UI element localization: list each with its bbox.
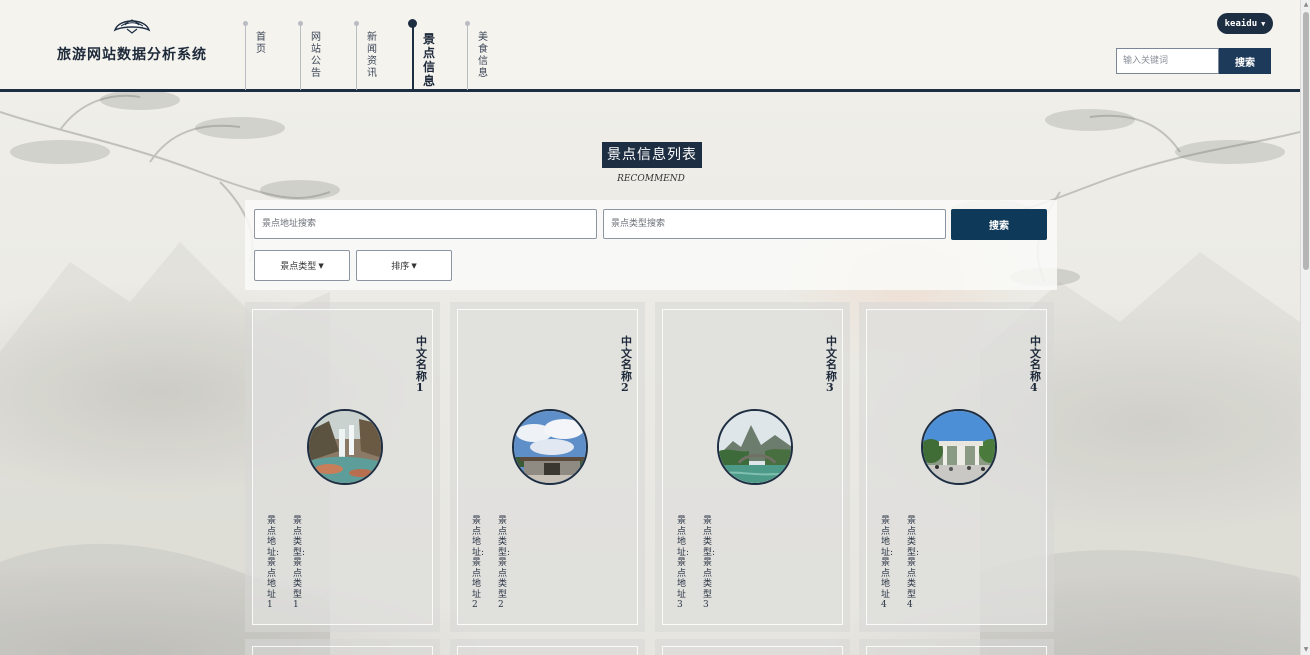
site-logo[interactable]: 旅游网站数据分析系统 [52,14,212,64]
keyword-search-input[interactable] [1116,48,1219,74]
card-address: 景点地址:景点地址3 [677,516,690,610]
attraction-card-partial[interactable] [450,639,645,655]
attraction-card-row-2 [245,639,1057,655]
address-search-input[interactable] [254,209,597,239]
card-type: 景点类型:景点类型1 [293,516,306,610]
card-type: 景点类型:景点类型3 [703,516,716,610]
nav-item-attractions[interactable]: 景点信息 [397,18,437,90]
nav-label: 新闻资讯 [367,32,377,79]
nav-label: 景点信息 [423,32,436,88]
attraction-card[interactable]: 中文名称2 景点地址:景点地址2 景点类型:景点类型2 [450,302,645,632]
card-name: 中文名称2 [621,335,632,394]
nav-item-announcements[interactable]: 网站公告 [285,18,325,90]
page-subtitle: RECOMMEND [617,174,685,184]
header-search-button[interactable]: 搜索 [1219,48,1271,74]
card-image-building-sky [512,409,588,485]
attraction-card[interactable]: 中文名称3 景点地址:景点地址3 景点类型:景点类型3 [655,302,850,632]
site-title: 旅游网站数据分析系统 [57,47,207,63]
scroll-down-icon[interactable]: ▼ [1302,645,1310,655]
attraction-card[interactable]: 中文名称1 景点地址:景点地址1 景点类型:景点类型1 [245,302,440,632]
card-type: 景点类型:景点类型2 [498,516,511,610]
nav-label: 网站公告 [311,32,321,79]
attraction-card[interactable]: 中文名称4 景点地址:景点地址4 景点类型:景点类型4 [859,302,1054,632]
type-dropdown-label: 景点类型 [280,262,317,272]
sort-dropdown-label: 排序 [391,262,410,272]
card-name: 中文名称1 [416,335,427,394]
card-type: 景点类型:景点类型4 [907,516,920,610]
fan-logo-icon [52,14,212,38]
attraction-card-partial[interactable] [859,639,1054,655]
user-menu-button[interactable]: keaidu ▼ [1217,13,1273,34]
header-search: 搜索 [1116,48,1271,74]
card-address: 景点地址:景点地址2 [472,516,485,610]
card-address: 景点地址:景点地址1 [267,516,280,610]
card-name: 中文名称3 [826,335,837,394]
sort-dropdown[interactable]: 排序 ▼ [356,250,452,281]
caret-down-icon: ▼ [1261,19,1266,28]
attraction-card-partial[interactable] [245,639,440,655]
nav-label: 美食信息 [478,32,488,79]
type-dropdown[interactable]: 景点类型 ▼ [254,250,350,281]
card-image-karst-river [717,409,793,485]
nav-item-food[interactable]: 美食信息 [452,18,492,90]
card-image-gate-plaza [921,409,997,485]
card-address: 景点地址:景点地址4 [881,516,894,610]
scrollbar-thumb[interactable] [1303,12,1309,270]
type-search-input[interactable] [603,209,946,239]
scroll-up-icon[interactable]: ▲ [1302,0,1310,10]
page-scrollbar[interactable]: ▲ ▼ [1300,0,1310,655]
filter-panel: 搜索 景点类型 ▼ 排序 ▼ [245,200,1057,290]
attraction-card-partial[interactable] [655,639,850,655]
nav-item-news[interactable]: 新闻资讯 [341,18,381,90]
card-image-waterfall [307,409,383,485]
nav-label: 首页 [256,32,266,55]
caret-down-icon: ▼ [411,261,417,270]
site-header: 旅游网站数据分析系统 首页 网站公告 新闻资讯 景点信息 美食信息 keaidu… [0,0,1300,92]
caret-down-icon: ▼ [318,261,324,270]
nav-item-home[interactable]: 首页 [230,18,270,90]
page-title: 景点信息列表 [602,142,702,168]
filter-search-button[interactable]: 搜索 [951,209,1047,240]
username: keaidu [1224,18,1258,29]
card-name: 中文名称4 [1030,335,1041,394]
